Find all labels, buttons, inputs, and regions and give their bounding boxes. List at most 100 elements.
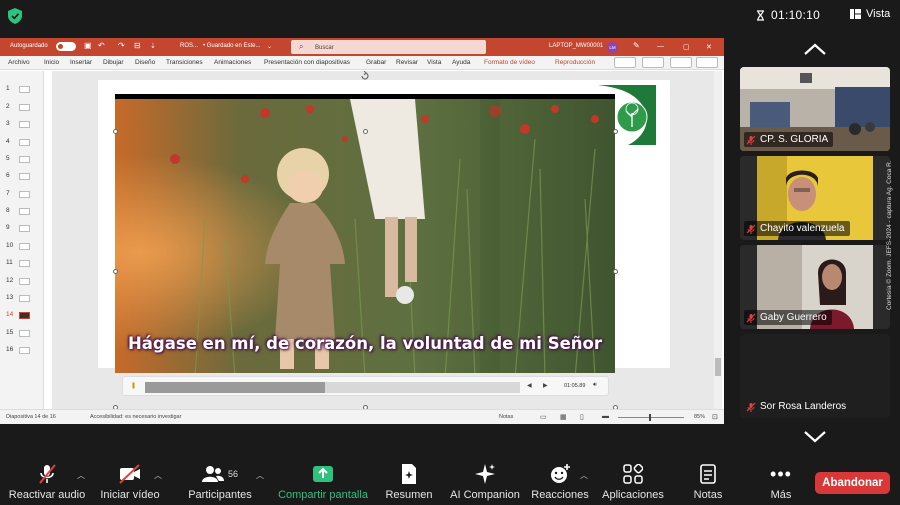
customize-icon[interactable]: ⇣	[150, 42, 156, 50]
normal-view-icon[interactable]: ▭	[540, 413, 547, 421]
video-options-caret-icon[interactable]: ︿	[154, 470, 162, 481]
scroll-up-chevron-icon[interactable]	[803, 42, 827, 56]
reactions-options-caret-icon[interactable]: ︿	[580, 470, 588, 481]
participant-tile[interactable]: Gaby Guerrero	[740, 245, 890, 329]
tab-archivo[interactable]: Archivo	[8, 59, 30, 66]
slide-thumbnail[interactable]: 11	[0, 257, 44, 271]
resize-handle[interactable]	[363, 129, 368, 134]
slide-thumbnail[interactable]: 5	[0, 153, 44, 167]
save-icon[interactable]: ▣	[84, 41, 92, 50]
slide-thumbnail[interactable]: 4	[0, 136, 44, 150]
reading-view-icon[interactable]: ▯	[580, 413, 584, 421]
leave-meeting-button[interactable]: Abandonar	[815, 472, 890, 494]
participant-tile[interactable]: Chayito valenzuela	[740, 156, 890, 240]
present-options-icon[interactable]	[670, 57, 692, 68]
record-icon[interactable]	[642, 57, 664, 68]
present-icon[interactable]: ⊟	[134, 41, 141, 50]
sorter-view-icon[interactable]: ▦	[560, 413, 567, 421]
resize-handle[interactable]	[113, 129, 118, 134]
tab-formato-video[interactable]: Formato de vídeo	[484, 59, 535, 66]
resize-handle[interactable]	[613, 269, 618, 274]
participant-tile[interactable]: CP. S. GLORIA	[740, 67, 890, 151]
fit-slide-icon[interactable]: ⊡	[712, 413, 718, 421]
notes-button[interactable]: Notas	[499, 414, 513, 420]
video-progress-bar[interactable]	[145, 382, 520, 393]
participant-tile[interactable]: Sor Rosa Landeros	[740, 334, 890, 418]
slide-thumbnail[interactable]: 16	[0, 344, 44, 358]
share-screen-button[interactable]: Compartir pantalla	[276, 463, 370, 501]
tab-presentacion[interactable]: Presentación con diapositivas	[264, 59, 350, 66]
tab-ayuda[interactable]: Ayuda	[452, 59, 470, 66]
tab-grabar[interactable]: Grabar	[366, 59, 386, 66]
zoom-slider-thumb[interactable]	[649, 414, 651, 421]
rotate-handle-icon[interactable]	[360, 71, 370, 81]
slide-thumbnail[interactable]: 2	[0, 101, 44, 115]
slide-thumbnail[interactable]: 3	[0, 118, 44, 132]
audio-options-caret-icon[interactable]: ︿	[77, 470, 85, 481]
slide-thumbnail[interactable]: 6	[0, 170, 44, 184]
chevron-down-icon[interactable]: ⌄	[267, 43, 272, 50]
slide-editing-canvas[interactable]: Hágase en mí, de corazón, la voluntad de…	[52, 71, 716, 410]
slide-thumbnail[interactable]: 15	[0, 327, 44, 341]
step-back-icon[interactable]: ◀	[527, 382, 532, 389]
notes-button[interactable]: Notas	[688, 463, 728, 501]
undo-icon[interactable]: ↶	[98, 41, 105, 50]
slideshow-view-icon[interactable]: ▬	[602, 413, 609, 420]
tab-diseno[interactable]: Diseño	[135, 59, 155, 66]
scroll-down-chevron-icon[interactable]	[803, 430, 827, 444]
security-shield-icon[interactable]	[8, 8, 22, 24]
step-forward-icon[interactable]: ▶	[543, 382, 548, 389]
save-status[interactable]: • Guardado en Este...	[203, 43, 260, 49]
participants-options-caret-icon[interactable]: ︿	[256, 470, 264, 481]
redo-icon[interactable]: ↷	[118, 41, 125, 50]
view-button[interactable]: Vista	[850, 8, 890, 20]
start-video-button[interactable]: Iniciar vídeo	[96, 463, 164, 501]
pen-icon[interactable]: ✎	[633, 41, 640, 50]
participants-button[interactable]: 56 Participantes	[182, 463, 258, 501]
slide-thumbnail[interactable]: 8	[0, 205, 44, 219]
tab-revisar[interactable]: Revisar	[396, 59, 418, 66]
tab-dibujar[interactable]: Dibujar	[103, 59, 124, 66]
embedded-video[interactable]: Hágase en mí, de corazón, la voluntad de…	[115, 94, 615, 373]
tab-inicio[interactable]: Inicio	[44, 59, 59, 66]
ai-companion-button[interactable]: AI Companion	[448, 463, 522, 501]
slide-thumbnail[interactable]: 13	[0, 292, 44, 306]
vertical-scrollbar[interactable]	[714, 71, 722, 409]
play-icon[interactable]: ❚	[131, 382, 136, 389]
volume-icon[interactable]: 🔊︎	[593, 382, 597, 389]
slide-thumbnail[interactable]: 12	[0, 275, 44, 289]
resize-handle[interactable]	[113, 269, 118, 274]
apps-button[interactable]: Aplicaciones	[598, 463, 668, 501]
share-icon[interactable]	[696, 57, 718, 68]
reactions-button[interactable]: Reacciones	[530, 463, 590, 501]
tab-animaciones[interactable]: Animaciones	[214, 59, 251, 66]
accessibility-status[interactable]: Accesibilidad: es necesario investigar	[90, 414, 181, 420]
close-icon[interactable]: ✕	[706, 43, 712, 51]
scrollbar-thumb[interactable]	[715, 358, 721, 376]
video-progress-fill	[145, 382, 325, 393]
user-avatar[interactable]: LM	[607, 42, 618, 53]
ppt-search-box[interactable]: ⌕ Buscar	[291, 40, 486, 54]
tab-vista[interactable]: Vista	[427, 59, 441, 66]
participant-name-tag: CP. S. GLORIA	[744, 132, 834, 147]
maximize-icon[interactable]: ▢	[683, 43, 690, 51]
summary-button[interactable]: Resumen	[383, 463, 435, 501]
resize-handle[interactable]	[613, 129, 618, 134]
zoom-level[interactable]: 85%	[694, 414, 705, 420]
slide-thumbnail[interactable]: 9	[0, 222, 44, 236]
shared-screen-powerpoint[interactable]: Autoguardado ▣ ↶ ↷ ⊟ ⇣ ROS... • Guardado…	[0, 38, 724, 424]
slide-thumbnail-active[interactable]: 14	[0, 309, 44, 323]
unmute-audio-button[interactable]: Reactivar audio	[8, 463, 86, 501]
tab-transiciones[interactable]: Transiciones	[166, 59, 203, 66]
tab-reproduccion[interactable]: Reproducción	[555, 59, 595, 66]
minimize-icon[interactable]: —	[657, 43, 664, 50]
slide-thumbnail[interactable]: 10	[0, 240, 44, 254]
slide-thumbnail[interactable]: 7	[0, 188, 44, 202]
slide-number: 9	[6, 224, 10, 231]
more-button[interactable]: ••• Más	[762, 463, 800, 502]
tab-insertar[interactable]: Insertar	[70, 59, 92, 66]
zoom-slider[interactable]	[618, 417, 684, 418]
comments-icon[interactable]	[614, 57, 636, 68]
autosave-toggle[interactable]	[56, 42, 76, 51]
slide-thumbnail[interactable]: 1	[0, 83, 44, 97]
